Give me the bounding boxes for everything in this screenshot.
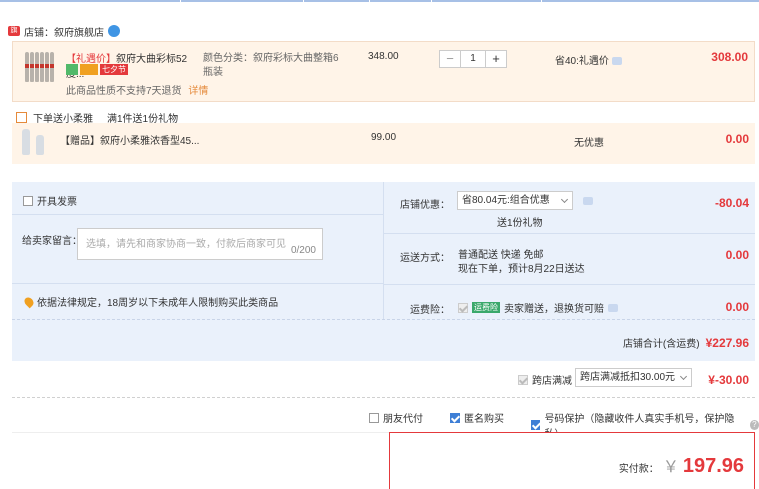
shop-header: 旗 店铺：叙府旗舰店 bbox=[8, 24, 120, 39]
quantity-stepper: − 1 + bbox=[439, 50, 507, 68]
insurance-checkbox bbox=[458, 302, 468, 313]
detail-link[interactable]: 详情 bbox=[188, 86, 208, 97]
cross-store-select[interactable]: 跨店满减抵扣30.00元 bbox=[575, 368, 692, 387]
friend-pay-option[interactable]: 朋友代付 bbox=[369, 410, 423, 425]
cart-item-main: 【礼遇价】叙府大曲彩标52度... 七夕节 此商品性质不支持7天退货 详情 颜色… bbox=[12, 41, 755, 102]
shop-badge-icon: 旗 bbox=[8, 26, 20, 36]
qty-input[interactable]: 1 bbox=[460, 51, 486, 67]
gift-unit-price: 99.00 bbox=[371, 132, 397, 143]
insurance-amount: 0.00 bbox=[725, 300, 749, 314]
anonymous-checkbox[interactable] bbox=[450, 412, 460, 423]
cart-item-gift: 【赠品】叙府小柔雅浓香型45... 99.00 无优惠 0.00 bbox=[12, 123, 755, 164]
delivery-amount: 0.00 bbox=[725, 248, 749, 262]
insurance-chat-icon[interactable] bbox=[608, 303, 618, 312]
gift-thumbnail[interactable] bbox=[22, 129, 44, 155]
delivery-label: 运送方式： bbox=[400, 253, 450, 264]
qty-plus-button[interactable]: + bbox=[486, 51, 506, 67]
festival-badge: 七夕节 bbox=[100, 64, 128, 75]
gift-subtotal: 0.00 bbox=[725, 132, 749, 146]
item-discount: 省40:礼遇价 bbox=[555, 52, 622, 67]
help-icon[interactable]: ? bbox=[749, 420, 759, 430]
unit-price: 348.00 bbox=[368, 51, 399, 62]
friend-pay-checkbox[interactable] bbox=[369, 412, 379, 423]
qty-minus-button[interactable]: − bbox=[440, 51, 460, 67]
wangwang-chat-icon[interactable] bbox=[108, 25, 120, 37]
discount-chat-icon[interactable] bbox=[583, 197, 593, 205]
product-thumbnail[interactable] bbox=[25, 52, 54, 82]
shop-discount-label: 店铺优惠： bbox=[400, 200, 450, 211]
payment-summary: 实付款： ￥ 197.96 bbox=[389, 432, 755, 489]
guarantee-icon bbox=[66, 64, 78, 75]
cross-store-amount: ¥-30.00 bbox=[708, 373, 749, 387]
invoice-checkbox[interactable] bbox=[23, 195, 33, 206]
shop-total: 店铺合计(含运费) ¥227.96 bbox=[622, 335, 749, 351]
shop-name[interactable]: 店铺：叙府旗舰店 bbox=[24, 24, 104, 39]
product-sku: 颜色分类：叙府彩标大曲整箱6瓶装 bbox=[203, 53, 339, 78]
anonymous-option[interactable]: 匿名购买 bbox=[450, 410, 504, 425]
shop-discount-amount: -80.04 bbox=[714, 196, 749, 210]
return-policy-notice: 此商品性质不支持7天退货 详情 bbox=[66, 86, 209, 97]
shop-discount-select[interactable]: 省80.04元:组合优惠 bbox=[457, 191, 573, 210]
invoice-option[interactable]: 开具发票 bbox=[23, 193, 77, 208]
top-divider bbox=[0, 0, 759, 2]
gift-count: 送1份礼物 bbox=[497, 218, 543, 229]
chevron-down-icon bbox=[679, 372, 688, 381]
insurance-tag: 运费险 bbox=[472, 302, 500, 313]
gift-title[interactable]: 【赠品】叙府小柔雅浓香型45... bbox=[60, 132, 199, 147]
cross-store-discount: 跨店满减 bbox=[518, 372, 572, 387]
insurance-option: 运费险 卖家赠送，退换货可赔 bbox=[458, 300, 618, 315]
seller-message-input[interactable]: 选填，请先和商家协商一致，付款后商家可见 0/200 bbox=[77, 228, 323, 260]
location-pin-icon bbox=[22, 295, 36, 308]
seller-message-label: 给卖家留言： bbox=[22, 236, 82, 247]
number-protection-checkbox[interactable] bbox=[531, 420, 541, 430]
coupon-icon bbox=[80, 64, 98, 75]
message-counter: 0/200 bbox=[290, 245, 316, 256]
item-subtotal: 308.00 bbox=[711, 50, 748, 64]
discount-info-icon[interactable] bbox=[611, 57, 622, 66]
chevron-down-icon bbox=[560, 195, 569, 204]
gift-icon bbox=[16, 112, 27, 123]
delivery-info: 普通配送 快递 免邮 现在下单，预计8月22日送达 bbox=[458, 250, 585, 275]
cross-store-checkbox bbox=[518, 374, 528, 385]
payment-total: 实付款： ￥ 197.96 bbox=[618, 455, 744, 477]
legal-notice: 依据法律规定，18周岁以下未成年人限制购买此类商品 bbox=[22, 294, 278, 309]
insurance-label: 运费险： bbox=[410, 305, 450, 316]
gift-discount: 无优惠 bbox=[574, 138, 604, 149]
promo-tags: 七夕节 bbox=[66, 64, 128, 75]
